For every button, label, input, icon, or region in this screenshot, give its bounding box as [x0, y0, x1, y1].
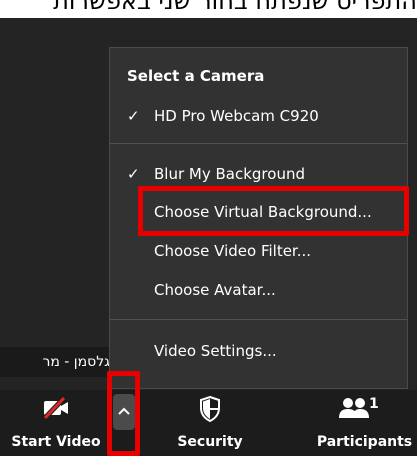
zoom-screenshot: התפריט שנפתח בחור שני באפשרות נ גלסמן - …: [0, 0, 417, 456]
check-icon: ✓: [127, 107, 140, 125]
menu-divider: [110, 143, 407, 144]
participants-button[interactable]: 1 Participants: [312, 390, 417, 456]
menu-item-label: HD Pro Webcam C920: [154, 107, 319, 125]
menu-divider: [110, 319, 407, 320]
menu-item-choose-virtual-background[interactable]: Choose Virtual Background...: [110, 196, 407, 228]
participant-name-tag: נ גלסמן - מר: [0, 347, 124, 377]
menu-item-blur-background[interactable]: ✓ Blur My Background: [110, 158, 407, 190]
menu-item-label: Choose Avatar...: [154, 281, 276, 299]
video-options-caret-button[interactable]: [113, 394, 135, 430]
security-button[interactable]: Security: [160, 390, 260, 456]
shield-icon: [199, 395, 221, 426]
participants-count-badge: 1: [369, 396, 379, 412]
menu-item-choose-avatar[interactable]: Choose Avatar...: [110, 274, 407, 306]
menu-item-label: Blur My Background: [154, 165, 305, 183]
start-video-button[interactable]: Start Video: [0, 390, 112, 456]
menu-item-label: Video Settings...: [154, 342, 277, 360]
camera-options-menu: Select a Camera ✓ HD Pro Webcam C920 ✓ B…: [109, 47, 408, 389]
check-icon: ✓: [127, 165, 140, 183]
start-video-label: Start Video: [11, 434, 101, 450]
menu-item-choose-video-filter[interactable]: Choose Video Filter...: [110, 235, 407, 267]
meeting-toolbar: Start Video Security 1 Participants: [0, 390, 417, 456]
menu-heading-select-camera: Select a Camera: [127, 67, 265, 85]
security-label: Security: [177, 434, 243, 450]
menu-item-label: Choose Virtual Background...: [154, 203, 372, 221]
menu-item-hd-pro-webcam[interactable]: ✓ HD Pro Webcam C920: [110, 100, 407, 132]
participants-label: Participants: [316, 434, 413, 450]
menu-item-label: Choose Video Filter...: [154, 242, 312, 260]
chevron-up-icon: [118, 407, 130, 415]
participants-icon: [338, 396, 370, 424]
top-caption-text: התפריט שנפתח בחור שני באפשרות: [53, 0, 417, 15]
video-muted-icon: [42, 396, 70, 424]
menu-item-video-settings[interactable]: Video Settings...: [110, 335, 407, 367]
